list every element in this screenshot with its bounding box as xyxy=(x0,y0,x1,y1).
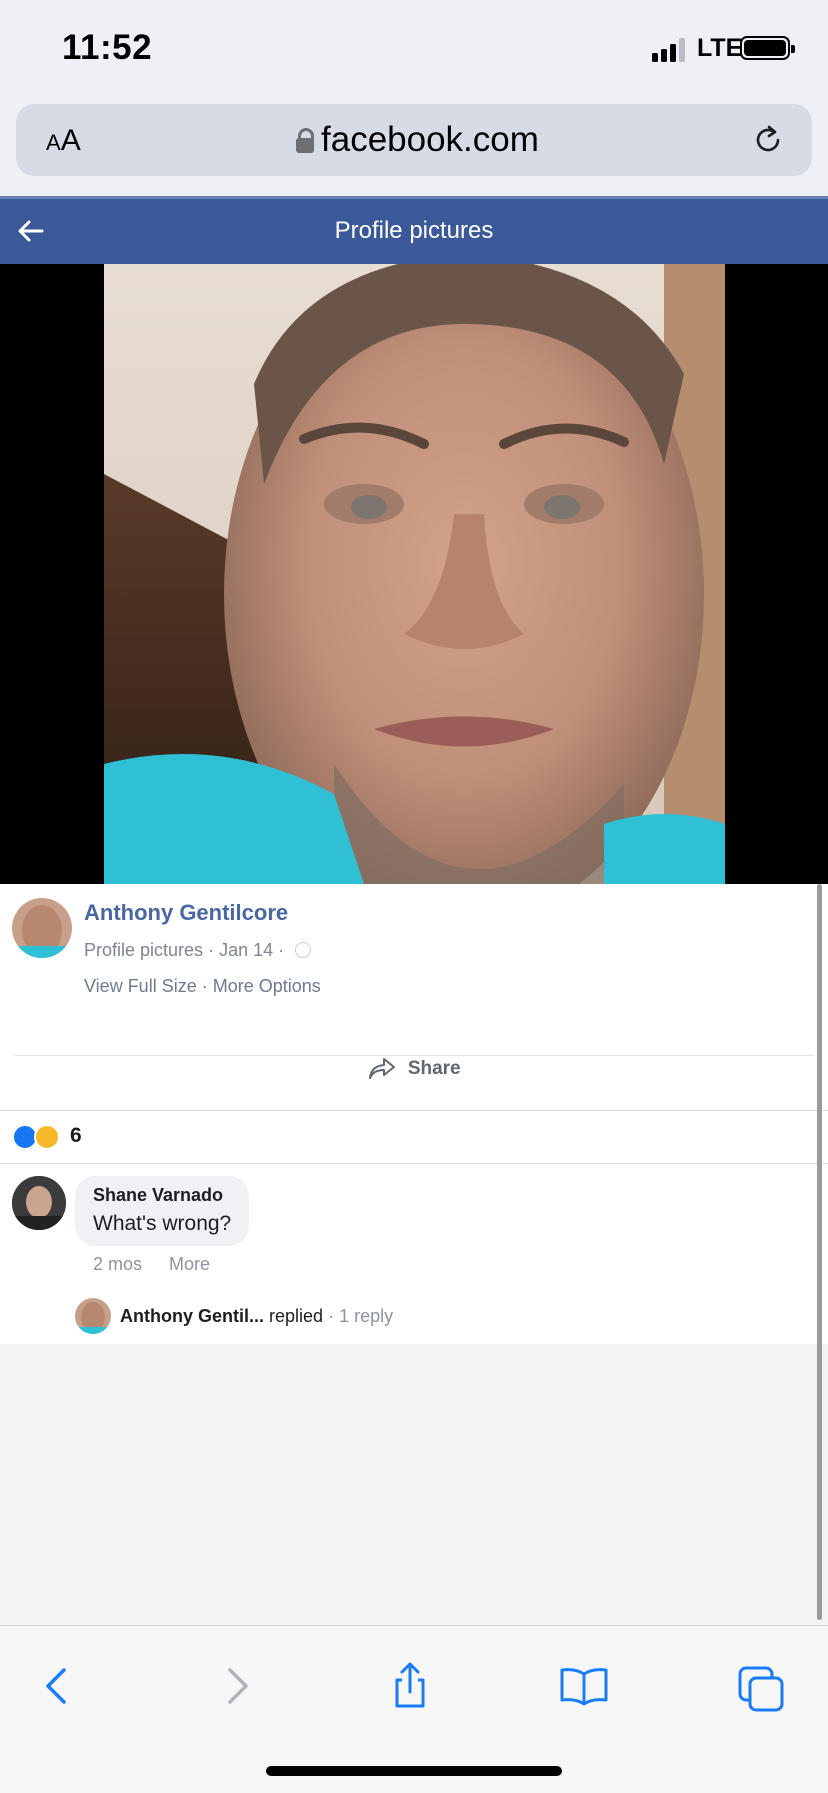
post-date[interactable]: Jan 14 xyxy=(219,940,273,960)
post-details: Anthony Gentilcore Profile pictures · Ja… xyxy=(0,884,828,1344)
page-header: Profile pictures xyxy=(0,196,828,264)
page-title: Profile pictures xyxy=(334,217,494,244)
avatar xyxy=(75,1298,111,1334)
battery-icon xyxy=(740,36,795,60)
photo-links: View Full Size · More Options xyxy=(84,976,321,996)
reply-author: Anthony Gentil... xyxy=(120,1306,264,1326)
post-author[interactable]: Anthony Gentilcore xyxy=(84,900,288,926)
tabs-icon[interactable] xyxy=(732,1656,792,1716)
lock-icon xyxy=(296,128,314,154)
divider xyxy=(0,1110,828,1111)
status-time: 11:52 xyxy=(62,28,153,67)
reload-icon[interactable] xyxy=(750,122,786,158)
scrollbar[interactable] xyxy=(817,884,822,1620)
chevron-right-icon[interactable] xyxy=(206,1656,266,1716)
browser-address-area: AA facebook.com xyxy=(0,100,828,196)
more-options-link[interactable]: More Options xyxy=(213,976,321,996)
share-button[interactable]: Share xyxy=(0,1056,828,1100)
divider xyxy=(0,1163,828,1164)
cellular-signal-icon xyxy=(652,38,688,62)
post-meta: Profile pictures · Jan 14 · xyxy=(84,940,312,961)
home-indicator xyxy=(266,1766,562,1776)
reply-text: Anthony Gentil... replied · 1 reply xyxy=(120,1306,393,1327)
share-arrow-icon xyxy=(369,1058,396,1079)
comment-meta: 2 mos More xyxy=(93,1254,210,1275)
text-size-button[interactable]: AA xyxy=(46,124,81,158)
album-link[interactable]: Profile pictures xyxy=(84,940,203,960)
comment-age[interactable]: 2 mos xyxy=(93,1254,142,1274)
chevron-left-icon[interactable] xyxy=(28,1656,88,1716)
url-domain[interactable]: facebook.com xyxy=(321,120,539,160)
avatar[interactable] xyxy=(12,1176,66,1230)
avatar[interactable] xyxy=(12,898,72,958)
share-label: Share xyxy=(407,1058,461,1079)
view-full-size-link[interactable]: View Full Size xyxy=(84,976,197,996)
reply-count: · 1 reply xyxy=(328,1306,394,1326)
comment-author[interactable]: Shane Varnado xyxy=(93,1185,231,1206)
reaction-count[interactable]: 6 xyxy=(70,1124,82,1148)
share-box-icon[interactable] xyxy=(380,1656,440,1716)
address-bar[interactable]: AA facebook.com xyxy=(16,104,812,176)
care-reaction-icon xyxy=(34,1124,60,1150)
status-bar: 11:52 LTE xyxy=(0,0,828,100)
reply-action: replied xyxy=(269,1306,324,1326)
book-icon[interactable] xyxy=(554,1656,614,1716)
photo-viewer xyxy=(0,264,828,884)
comment-text: What's wrong? xyxy=(93,1212,232,1235)
network-type: LTE xyxy=(697,34,743,62)
comment-more-button[interactable]: More xyxy=(169,1254,210,1274)
comment-bubble: Shane Varnado What's wrong? xyxy=(75,1176,250,1246)
globe-icon xyxy=(295,942,312,958)
profile-photo[interactable] xyxy=(104,264,725,884)
